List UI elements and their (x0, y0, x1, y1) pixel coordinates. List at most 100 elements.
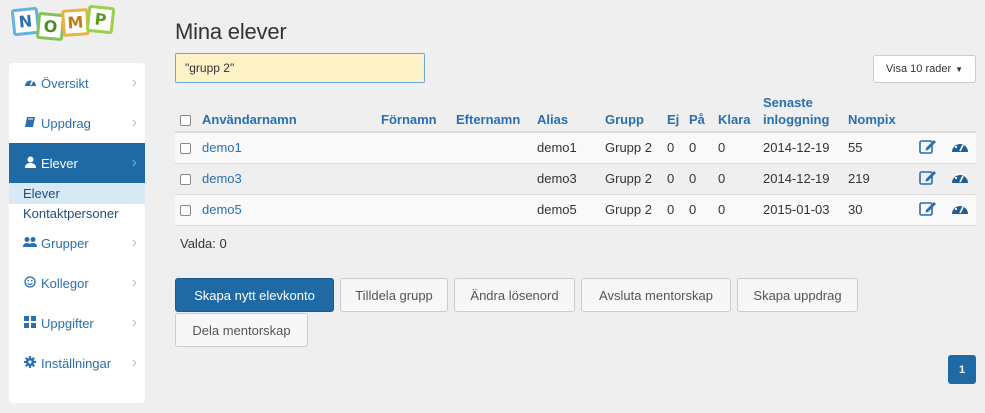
username-link[interactable]: demo5 (202, 202, 242, 217)
user-icon (23, 156, 37, 171)
sidebar-subnav: Elever Kontaktpersoner (9, 183, 145, 223)
chevron-right-icon: › (131, 354, 137, 371)
chevron-right-icon: › (131, 74, 137, 91)
assign-group-button[interactable]: Tilldela grupp (340, 278, 448, 312)
end-mentorship-button[interactable]: Avsluta mentorskap (581, 278, 731, 312)
dashboard-icon[interactable] (951, 138, 969, 157)
nompix-cell: 30 (848, 194, 919, 226)
alias-cell: demo3 (537, 163, 605, 195)
row-checkbox[interactable] (180, 174, 191, 186)
chevron-right-icon: › (131, 114, 137, 131)
lastname-cell (456, 132, 537, 164)
ej-cell: 0 (667, 194, 689, 226)
col-header-last-login-line2: inloggning (763, 112, 830, 127)
sidebar: Översikt › Uppdrag › Elever › Elever Kon… (9, 63, 145, 403)
book-icon (23, 116, 37, 131)
group-cell: Grupp 2 (605, 194, 667, 226)
dashboard-icon[interactable] (951, 200, 969, 219)
col-header-lastname[interactable]: Efternamn (456, 87, 537, 133)
col-header-firstname[interactable]: Förnamn (381, 87, 456, 133)
table-row: demo3 demo3 Grupp 2 0 0 0 2014-12-19 219 (175, 163, 976, 195)
username-link[interactable]: demo1 (202, 140, 242, 155)
share-mentorship-button[interactable]: Dela mentorskap (175, 313, 308, 347)
table-row: demo1 demo1 Grupp 2 0 0 0 2014-12-19 55 (175, 132, 976, 164)
search-input[interactable] (175, 53, 425, 83)
subnav-item-kontaktpersoner[interactable]: Kontaktpersoner (9, 203, 145, 223)
select-all-checkbox[interactable] (180, 115, 191, 127)
sidebar-item-label: Inställningar (41, 355, 112, 371)
pa-cell: 0 (689, 194, 718, 226)
group-cell: Grupp 2 (605, 132, 667, 164)
sidebar-item-label: Uppdrag (41, 115, 91, 131)
sidebar-item-uppdrag[interactable]: Uppdrag › (9, 103, 145, 143)
col-header-alias[interactable]: Alias (537, 87, 605, 133)
col-header-username[interactable]: Användarnamn (202, 87, 381, 133)
edit-icon[interactable] (919, 169, 937, 188)
chevron-right-icon: › (131, 154, 137, 171)
grid-icon (23, 315, 37, 331)
page-title: Mina elever (175, 19, 287, 44)
firstname-cell (381, 163, 456, 195)
klara-cell: 0 (718, 132, 763, 164)
sidebar-item-grupper[interactable]: Grupper › (9, 223, 145, 263)
change-password-button[interactable]: Ändra lösenord (454, 278, 575, 312)
alias-cell: demo1 (537, 132, 605, 164)
col-header-ej[interactable]: Ej (667, 87, 689, 133)
group-cell: Grupp 2 (605, 163, 667, 195)
col-header-pa[interactable]: På (689, 87, 718, 133)
sidebar-item-label: Kollegor (41, 275, 89, 291)
nompix-cell: 55 (848, 132, 919, 164)
firstname-cell (381, 132, 456, 164)
create-assignment-button[interactable]: Skapa uppdrag (737, 278, 858, 312)
nompix-cell: 219 (848, 163, 919, 195)
selected-count: Valda: 0 (180, 236, 227, 251)
chevron-right-icon: › (131, 314, 137, 331)
chevron-right-icon: › (131, 234, 137, 251)
col-header-group[interactable]: Grupp (605, 87, 667, 133)
row-checkbox[interactable] (180, 143, 191, 155)
firstname-cell (381, 194, 456, 226)
last-login-cell: 2014-12-19 (763, 163, 848, 195)
edit-icon[interactable] (919, 200, 937, 219)
sidebar-item-label: Grupper (41, 235, 89, 251)
students-table: Användarnamn Förnamn Efternamn Alias Gru… (175, 87, 976, 226)
col-header-klara[interactable]: Klara (718, 87, 763, 133)
sidebar-item-kollegor[interactable]: Kollegor › (9, 263, 145, 303)
edit-icon[interactable] (919, 138, 937, 157)
rows-per-page-label: Visa 10 rader (885, 63, 952, 75)
col-header-nompix[interactable]: Nompix (848, 87, 919, 133)
lastname-cell (456, 194, 537, 226)
row-checkbox[interactable] (180, 205, 191, 217)
sidebar-item-label: Uppgifter (41, 315, 94, 331)
klara-cell: 0 (718, 163, 763, 195)
col-header-last-login-line1: Senaste (763, 95, 813, 110)
pagination-page-1[interactable]: 1 (948, 355, 976, 384)
subnav-item-elever[interactable]: Elever (9, 183, 145, 203)
gear-icon (23, 355, 37, 371)
username-link[interactable]: demo3 (202, 171, 242, 186)
dashboard-icon (23, 76, 37, 90)
smile-icon (23, 275, 37, 291)
rows-per-page-dropdown[interactable]: Visa 10 rader ▼ (873, 55, 976, 83)
users-icon (23, 236, 37, 251)
ej-cell: 0 (667, 132, 689, 164)
sidebar-item-label: Elever (41, 155, 78, 171)
pa-cell: 0 (689, 132, 718, 164)
table-header-row: Användarnamn Förnamn Efternamn Alias Gru… (175, 87, 976, 133)
col-header-last-login[interactable]: Senaste inloggning (763, 87, 848, 133)
nomp-logo[interactable]: N O M P (10, 4, 116, 42)
sidebar-item-installningar[interactable]: Inställningar › (9, 343, 145, 383)
lastname-cell (456, 163, 537, 195)
sidebar-item-uppgifter[interactable]: Uppgifter › (9, 303, 145, 343)
table-row: demo5 demo5 Grupp 2 0 0 0 2015-01-03 30 (175, 194, 976, 226)
logo-letter: P (85, 4, 116, 35)
last-login-cell: 2015-01-03 (763, 194, 848, 226)
chevron-right-icon: › (131, 274, 137, 291)
klara-cell: 0 (718, 194, 763, 226)
alias-cell: demo5 (537, 194, 605, 226)
sidebar-item-elever[interactable]: Elever › (9, 143, 145, 183)
sidebar-item-label: Översikt (41, 75, 89, 91)
create-student-account-button[interactable]: Skapa nytt elevkonto (175, 278, 334, 312)
sidebar-item-oversikt[interactable]: Översikt › (9, 63, 145, 103)
dashboard-icon[interactable] (951, 169, 969, 188)
